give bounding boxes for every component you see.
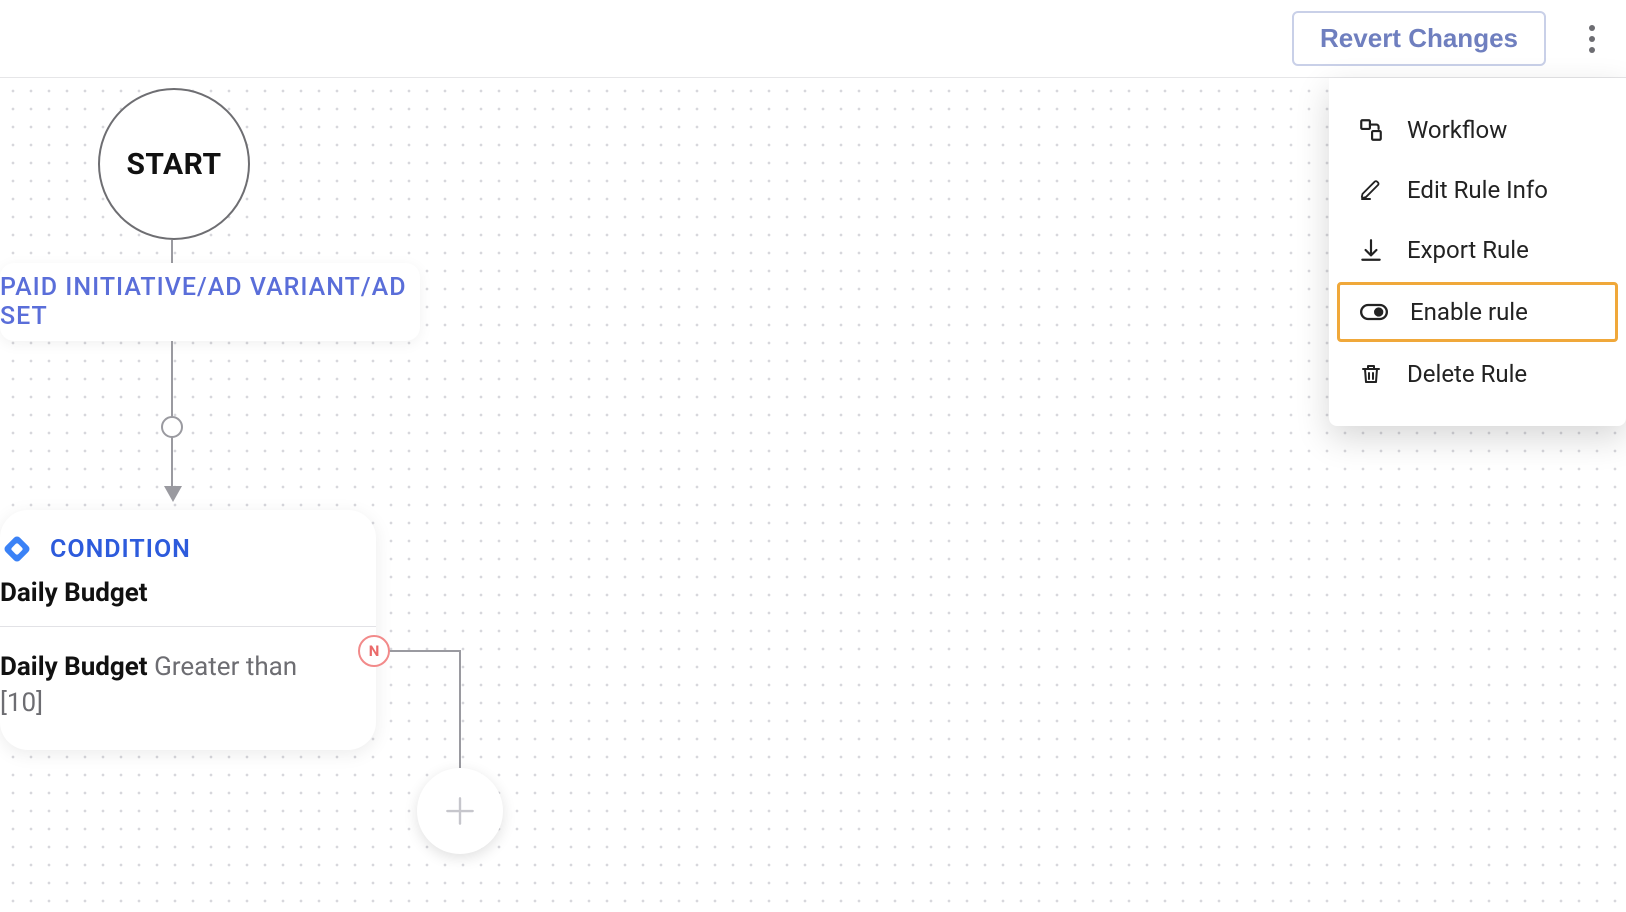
toolbar: Revert Changes xyxy=(0,0,1626,78)
menu-item-enable-rule[interactable]: Enable rule xyxy=(1337,282,1618,342)
arrowhead-icon xyxy=(164,486,182,502)
toggle-icon xyxy=(1360,298,1388,326)
revert-changes-button[interactable]: Revert Changes xyxy=(1292,11,1546,66)
connector-line xyxy=(389,650,461,652)
menu-item-label: Enable rule xyxy=(1410,298,1528,326)
download-icon xyxy=(1357,236,1385,264)
start-node-label: START xyxy=(126,147,221,182)
connector-line xyxy=(459,650,461,768)
menu-item-workflow[interactable]: Workflow xyxy=(1329,100,1626,160)
menu-item-label: Workflow xyxy=(1407,116,1507,144)
menu-item-export-rule[interactable]: Export Rule xyxy=(1329,220,1626,280)
pencil-icon xyxy=(1357,176,1385,204)
connector-junction[interactable] xyxy=(161,416,183,438)
more-options-button[interactable] xyxy=(1572,19,1612,59)
options-dropdown: Workflow Edit Rule Info Export Rule Enab… xyxy=(1329,78,1626,426)
start-node[interactable]: START xyxy=(98,88,250,240)
condition-tag: CONDITION xyxy=(50,535,191,564)
condition-node[interactable]: CONDITION Daily Budget Daily Budget Grea… xyxy=(0,510,376,750)
source-node[interactable]: PAID INITIATIVE/AD VARIANT/AD SET xyxy=(0,263,420,341)
source-node-label: PAID INITIATIVE/AD VARIANT/AD SET xyxy=(0,273,420,331)
trash-icon xyxy=(1357,360,1385,388)
false-branch-badge[interactable]: N xyxy=(358,635,390,667)
menu-item-label: Delete Rule xyxy=(1407,360,1527,388)
menu-item-label: Edit Rule Info xyxy=(1407,176,1548,204)
menu-item-delete-rule[interactable]: Delete Rule xyxy=(1329,344,1626,404)
divider xyxy=(0,626,376,627)
condition-expression: Daily Budget Greater than [10] xyxy=(0,649,352,722)
add-node-button[interactable] xyxy=(417,768,503,854)
menu-item-edit-rule-info[interactable]: Edit Rule Info xyxy=(1329,160,1626,220)
menu-item-label: Export Rule xyxy=(1407,236,1529,264)
workflow-icon xyxy=(1357,116,1385,144)
condition-title: Daily Budget xyxy=(0,578,352,608)
condition-icon xyxy=(0,532,34,566)
